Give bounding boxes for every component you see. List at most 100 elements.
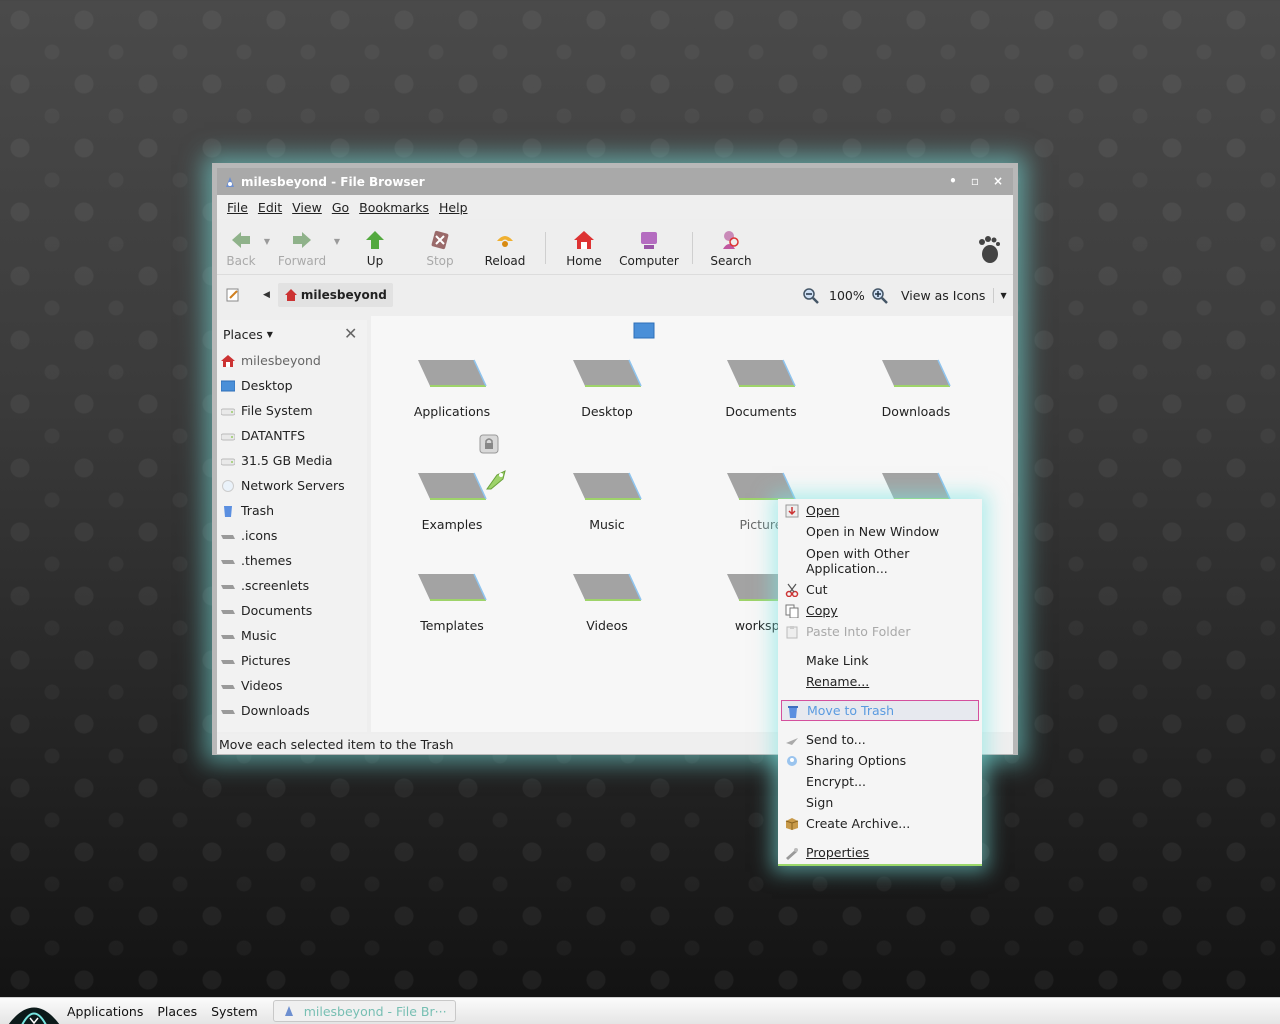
home-button[interactable]: Home bbox=[554, 219, 614, 275]
sidebar-item-music[interactable]: Music bbox=[217, 623, 367, 648]
menu-bookmarks[interactable]: Bookmarks bbox=[355, 198, 433, 217]
menu-help[interactable]: Help bbox=[435, 198, 472, 217]
menu-file[interactable]: File bbox=[223, 198, 252, 217]
up-button[interactable]: Up bbox=[343, 219, 407, 275]
zoom-in-icon[interactable] bbox=[871, 287, 889, 305]
menu-properties[interactable]: Properties bbox=[778, 842, 982, 863]
sidebar-item-datantfs[interactable]: DATANTFS bbox=[217, 423, 367, 448]
file-item[interactable]: Music bbox=[532, 469, 682, 532]
sidebar-item-file-system[interactable]: File System bbox=[217, 398, 367, 423]
folder-icon bbox=[221, 680, 235, 692]
file-name: Documents bbox=[725, 404, 797, 419]
window-title: milesbeyond - File Browser bbox=[241, 174, 425, 189]
menu-sign[interactable]: Sign bbox=[778, 792, 982, 813]
file-name: Desktop bbox=[581, 404, 633, 419]
drive-icon bbox=[220, 405, 236, 417]
menu-encrypt[interactable]: Encrypt... bbox=[778, 771, 982, 792]
scissors-icon bbox=[785, 583, 799, 597]
sidebar-item-31-5-gb-media[interactable]: 31.5 GB Media bbox=[217, 448, 367, 473]
zoom-level: 100% bbox=[829, 288, 865, 303]
folder-icon bbox=[221, 580, 235, 592]
forward-button[interactable]: Forward bbox=[273, 219, 331, 275]
close-button[interactable]: × bbox=[990, 173, 1006, 189]
search-person-icon bbox=[723, 231, 739, 249]
menu-make-link[interactable]: Make Link bbox=[778, 650, 982, 671]
trash-icon bbox=[788, 706, 798, 718]
back-button[interactable]: Back bbox=[221, 219, 261, 275]
path-button-current[interactable]: milesbeyond bbox=[277, 283, 393, 307]
view-mode-select[interactable]: View as Icons ▼ bbox=[901, 283, 1007, 307]
menu-open[interactable]: Open bbox=[778, 500, 982, 521]
places-sidebar: Places ▼ ✕ milesbeyond Desktop File System… bbox=[217, 320, 367, 732]
trash-icon bbox=[221, 505, 235, 517]
menu-create-archive[interactable]: Create Archive... bbox=[778, 813, 982, 834]
path-back-arrow-icon[interactable]: ◀ bbox=[263, 290, 270, 300]
context-menu: Open Open in New Window Open with Other … bbox=[778, 499, 982, 866]
panel-places-menu[interactable]: Places bbox=[150, 1004, 204, 1019]
copy-icon bbox=[785, 604, 799, 618]
drive-icon bbox=[220, 430, 236, 442]
forward-history-dropdown[interactable]: ▼ bbox=[331, 219, 343, 263]
file-item[interactable]: Applications bbox=[377, 356, 527, 419]
edit-location-icon[interactable] bbox=[225, 287, 241, 303]
toolbar-separator bbox=[545, 232, 546, 264]
menu-sharing-options[interactable]: Sharing Options bbox=[778, 750, 982, 771]
minimize-button[interactable]: • bbox=[945, 173, 961, 189]
maximize-button[interactable]: ▫ bbox=[967, 173, 983, 189]
menu-rename[interactable]: Rename... bbox=[778, 671, 982, 692]
desktop-emblem-icon bbox=[633, 322, 655, 339]
panel-system-menu[interactable]: System bbox=[204, 1004, 265, 1019]
folder-icon bbox=[882, 359, 951, 387]
menu-edit[interactable]: Edit bbox=[254, 198, 286, 217]
sidebar-item-downloads[interactable]: Downloads bbox=[217, 698, 367, 723]
close-sidebar-icon[interactable]: ✕ bbox=[344, 324, 357, 343]
file-item[interactable]: Desktop bbox=[532, 356, 682, 419]
menu-copy[interactable]: Copy bbox=[778, 600, 982, 621]
menu-view[interactable]: View bbox=[288, 198, 326, 217]
reload-button[interactable]: Reload bbox=[473, 219, 537, 275]
file-item[interactable]: Videos bbox=[532, 570, 682, 633]
file-name: Applications bbox=[413, 404, 491, 419]
back-history-dropdown[interactable]: ▼ bbox=[261, 219, 273, 263]
drive-icon bbox=[220, 455, 236, 467]
folder-icon bbox=[221, 555, 235, 567]
sidebar-item-themes[interactable]: .themes bbox=[217, 548, 367, 573]
sidebar-item-network-servers[interactable]: Network Servers bbox=[217, 473, 367, 498]
taskbar-window-button[interactable]: milesbeyond - File Br··· bbox=[272, 1000, 456, 1022]
sidebar-header[interactable]: Places ▼ ✕ bbox=[217, 320, 367, 348]
sidebar-item-pictures[interactable]: Pictures bbox=[217, 648, 367, 673]
stop-button[interactable]: Stop bbox=[407, 219, 473, 275]
desktop-icon bbox=[220, 380, 236, 392]
menu-send-to[interactable]: Send to... bbox=[778, 729, 982, 750]
menu-open-with[interactable]: Open with Other Application... bbox=[778, 546, 982, 576]
menu-open-new-window[interactable]: Open in New Window bbox=[778, 521, 982, 542]
sidebar-item-screenlets[interactable]: .screenlets bbox=[217, 573, 367, 598]
sidebar-item-icons[interactable]: .icons bbox=[217, 523, 367, 548]
menu-cut[interactable]: Cut bbox=[778, 579, 982, 600]
title-bar[interactable]: milesbeyond - File Browser • ▫ × bbox=[217, 168, 1013, 195]
file-item[interactable]: Templates bbox=[377, 570, 527, 633]
home-icon bbox=[574, 231, 594, 249]
file-item[interactable]: Downloads bbox=[841, 356, 991, 419]
folder-icon bbox=[221, 705, 235, 717]
folder-icon bbox=[418, 573, 487, 601]
menu-go[interactable]: Go bbox=[328, 198, 353, 217]
sidebar-item-trash[interactable]: Trash bbox=[217, 498, 367, 523]
file-item[interactable]: Examples bbox=[377, 469, 527, 532]
main-menu-logo-icon[interactable] bbox=[0, 998, 60, 1024]
zoom-out-icon[interactable] bbox=[802, 287, 820, 305]
menu-move-to-trash[interactable]: Move to Trash bbox=[781, 700, 979, 721]
panel-applications-menu[interactable]: Applications bbox=[60, 1004, 150, 1019]
reload-icon bbox=[497, 236, 513, 247]
chevron-down-icon: ▼ bbox=[1000, 290, 1007, 300]
sidebar-item-milesbeyond[interactable]: milesbeyond bbox=[217, 348, 367, 373]
sidebar-item-desktop[interactable]: Desktop bbox=[217, 373, 367, 398]
menu-paste-into-folder[interactable]: Paste Into Folder bbox=[778, 621, 982, 642]
search-button[interactable]: Search bbox=[701, 219, 761, 275]
folder-icon bbox=[727, 472, 796, 500]
computer-button[interactable]: Computer bbox=[614, 219, 684, 275]
chevron-down-icon: ▼ bbox=[266, 329, 273, 339]
sidebar-item-videos[interactable]: Videos bbox=[217, 673, 367, 698]
file-item[interactable]: Documents bbox=[686, 356, 836, 419]
sidebar-item-documents[interactable]: Documents bbox=[217, 598, 367, 623]
